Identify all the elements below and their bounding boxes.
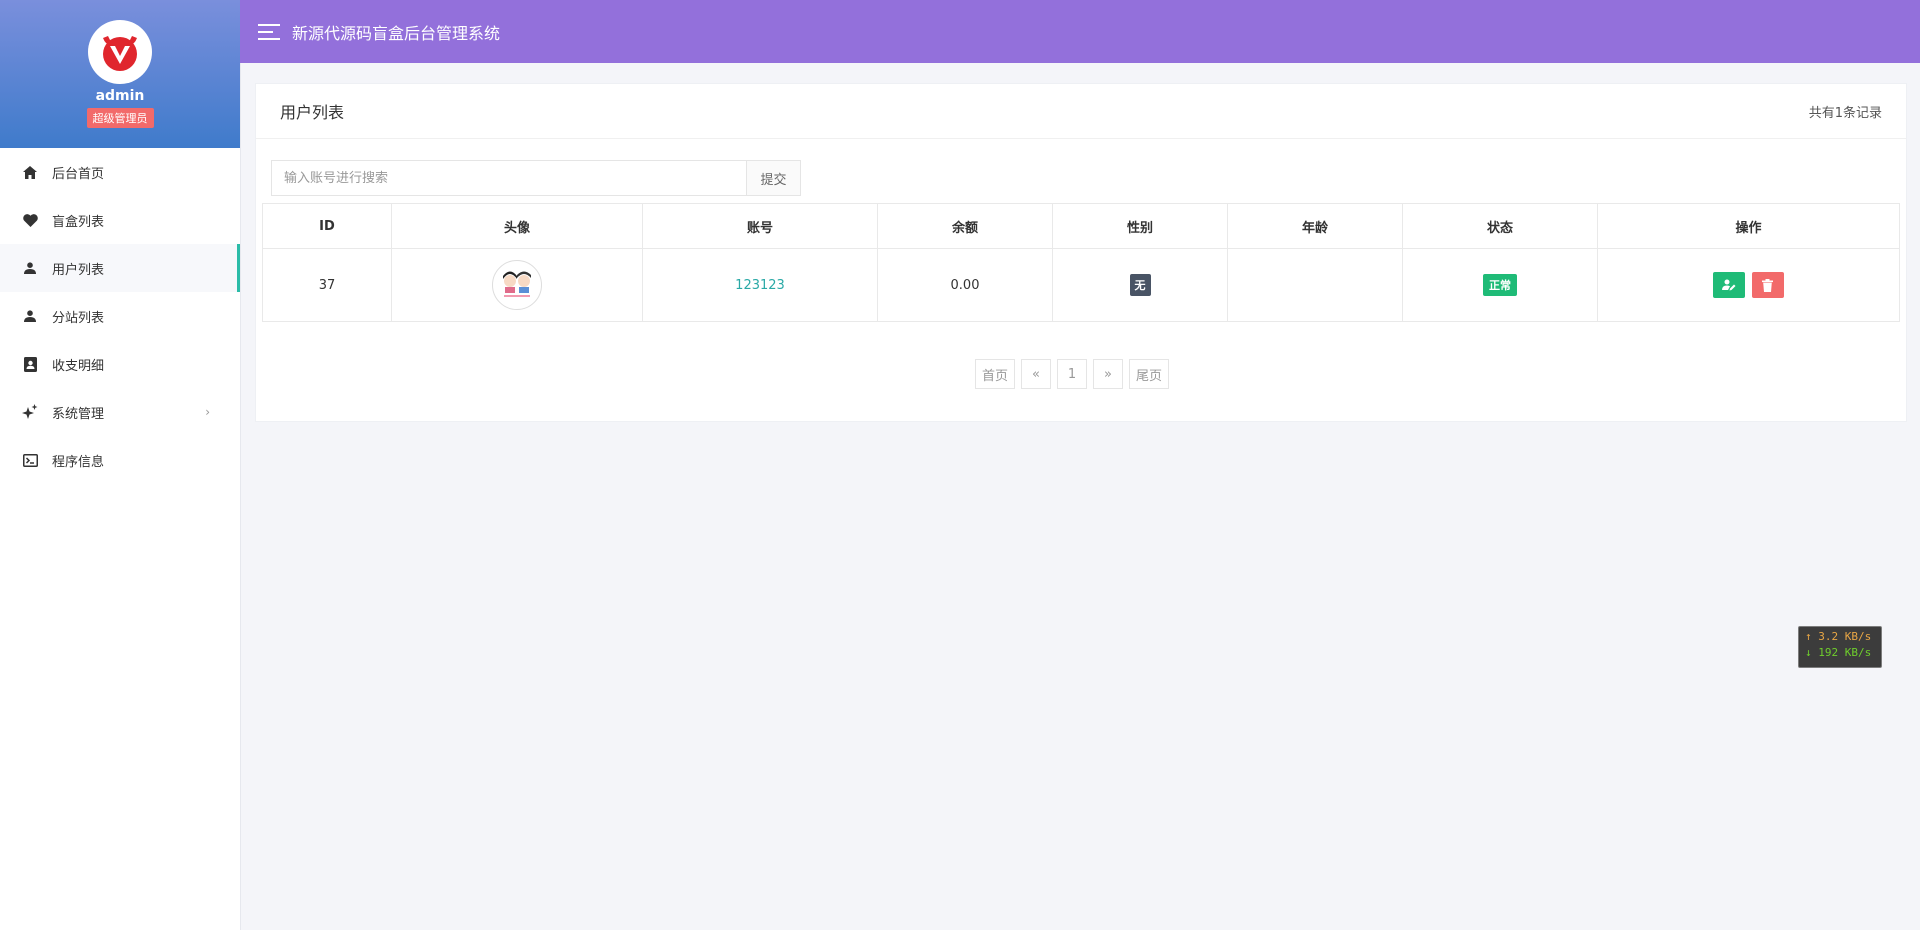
account-link[interactable]: 123123 [735, 278, 785, 293]
chevron-right-icon: › [205, 405, 210, 419]
cell-gender: 无 [1052, 248, 1228, 322]
last-page-button[interactable]: 尾页 [1129, 359, 1170, 389]
delete-user-button[interactable] [1751, 272, 1784, 298]
column-header-id: ID [262, 203, 392, 249]
system-title: 新源代源码盲盒后台管理系统 [292, 23, 501, 43]
pagination: 首页 « 1 » 尾页 [975, 359, 1175, 389]
user-table: ID 头像 账号 余额 性别 年龄 状态 操作 37 123123 0.00 无… [262, 203, 1900, 322]
column-header-status: 状态 [1402, 203, 1598, 249]
sidebar-item-system-management[interactable]: 系统管理 › [0, 388, 240, 436]
sidebar-item-label: 用户列表 [52, 262, 105, 278]
status-badge: 正常 [1483, 274, 1517, 296]
sparkle-icon [22, 404, 38, 420]
gender-badge: 无 [1129, 274, 1151, 296]
user-edit-icon [1722, 279, 1736, 291]
admin-avatar[interactable] [88, 20, 152, 84]
cell-actions [1597, 248, 1900, 322]
search-input[interactable] [271, 160, 746, 196]
panel-title: 用户列表 [280, 103, 345, 122]
sidebar-menu: 后台首页 盲盒列表 用户列表 分站列表 收支明细 系统管理 › 程序信息 [0, 148, 240, 484]
record-count: 共有1条记录 [1808, 105, 1882, 121]
profile-panel: admin 超级管理员 [0, 0, 240, 148]
upload-speed: ↑ 3.2 KB/s [1805, 630, 1872, 643]
sidebar-item-label: 收支明细 [52, 358, 105, 374]
column-header-actions: 操作 [1597, 203, 1900, 249]
column-header-avatar: 头像 [391, 203, 643, 249]
search-bar: 提交 [271, 160, 801, 196]
logo-icon [103, 36, 137, 71]
column-header-account: 账号 [642, 203, 878, 249]
column-header-balance: 余额 [877, 203, 1053, 249]
username: admin [95, 88, 145, 104]
cell-balance: 0.00 [877, 248, 1053, 322]
sidebar-item-user-list[interactable]: 用户列表 [0, 244, 240, 292]
user-icon [22, 308, 38, 324]
trash-icon [1762, 278, 1774, 292]
heart-icon [22, 212, 38, 228]
sidebar-item-finance-details[interactable]: 收支明细 [0, 340, 240, 388]
network-speed-widget[interactable]: ↑ 3.2 KB/s ↓ 192 KB/s [1798, 626, 1882, 668]
edit-user-button[interactable] [1713, 272, 1746, 298]
cell-age [1227, 248, 1403, 322]
user-icon [22, 260, 38, 276]
user-list-panel: 用户列表 共有1条记录 提交 ID 头像 账号 余额 性别 年龄 状态 操作 3… [255, 83, 1907, 422]
column-header-gender: 性别 [1052, 203, 1228, 249]
column-header-age: 年龄 [1227, 203, 1403, 249]
cell-avatar [391, 248, 643, 322]
cell-status: 正常 [1402, 248, 1598, 322]
sidebar-item-blindbox-list[interactable]: 盲盒列表 [0, 196, 240, 244]
cell-id: 37 [262, 248, 392, 322]
prev-page-button[interactable]: « [1021, 359, 1052, 389]
submit-button[interactable]: 提交 [746, 160, 801, 196]
menu-toggle-icon[interactable] [258, 23, 280, 40]
contact-book-icon [22, 356, 38, 372]
sidebar-item-dashboard[interactable]: 后台首页 [0, 148, 240, 196]
page-number-button[interactable]: 1 [1057, 359, 1088, 389]
sidebar-item-label: 盲盒列表 [52, 214, 105, 230]
panel-header: 用户列表 共有1条记录 [256, 84, 1906, 139]
sidebar-item-substation-list[interactable]: 分站列表 [0, 292, 240, 340]
avatar-image-icon [503, 271, 531, 297]
cell-account: 123123 [642, 248, 878, 322]
download-speed: ↓ 192 KB/s [1805, 646, 1872, 659]
top-header: 新源代源码盲盒后台管理系统 [240, 0, 1920, 63]
sidebar-item-program-info[interactable]: 程序信息 [0, 436, 240, 484]
table-header-row: ID 头像 账号 余额 性别 年龄 状态 操作 [262, 203, 1900, 249]
sidebar-item-label: 系统管理 [52, 406, 105, 422]
user-avatar[interactable] [492, 260, 542, 310]
terminal-icon [22, 452, 38, 468]
sidebar-item-label: 后台首页 [52, 166, 105, 182]
table-row: 37 123123 0.00 无 正常 [262, 248, 1900, 322]
role-badge: 超级管理员 [86, 108, 154, 128]
next-page-button[interactable]: » [1093, 359, 1124, 389]
sidebar: admin 超级管理员 后台首页 盲盒列表 用户列表 分站列表 收支明细 系统管… [0, 0, 241, 930]
first-page-button[interactable]: 首页 [975, 359, 1016, 389]
home-icon [22, 164, 38, 180]
sidebar-item-label: 程序信息 [52, 454, 105, 470]
sidebar-item-label: 分站列表 [52, 310, 105, 326]
